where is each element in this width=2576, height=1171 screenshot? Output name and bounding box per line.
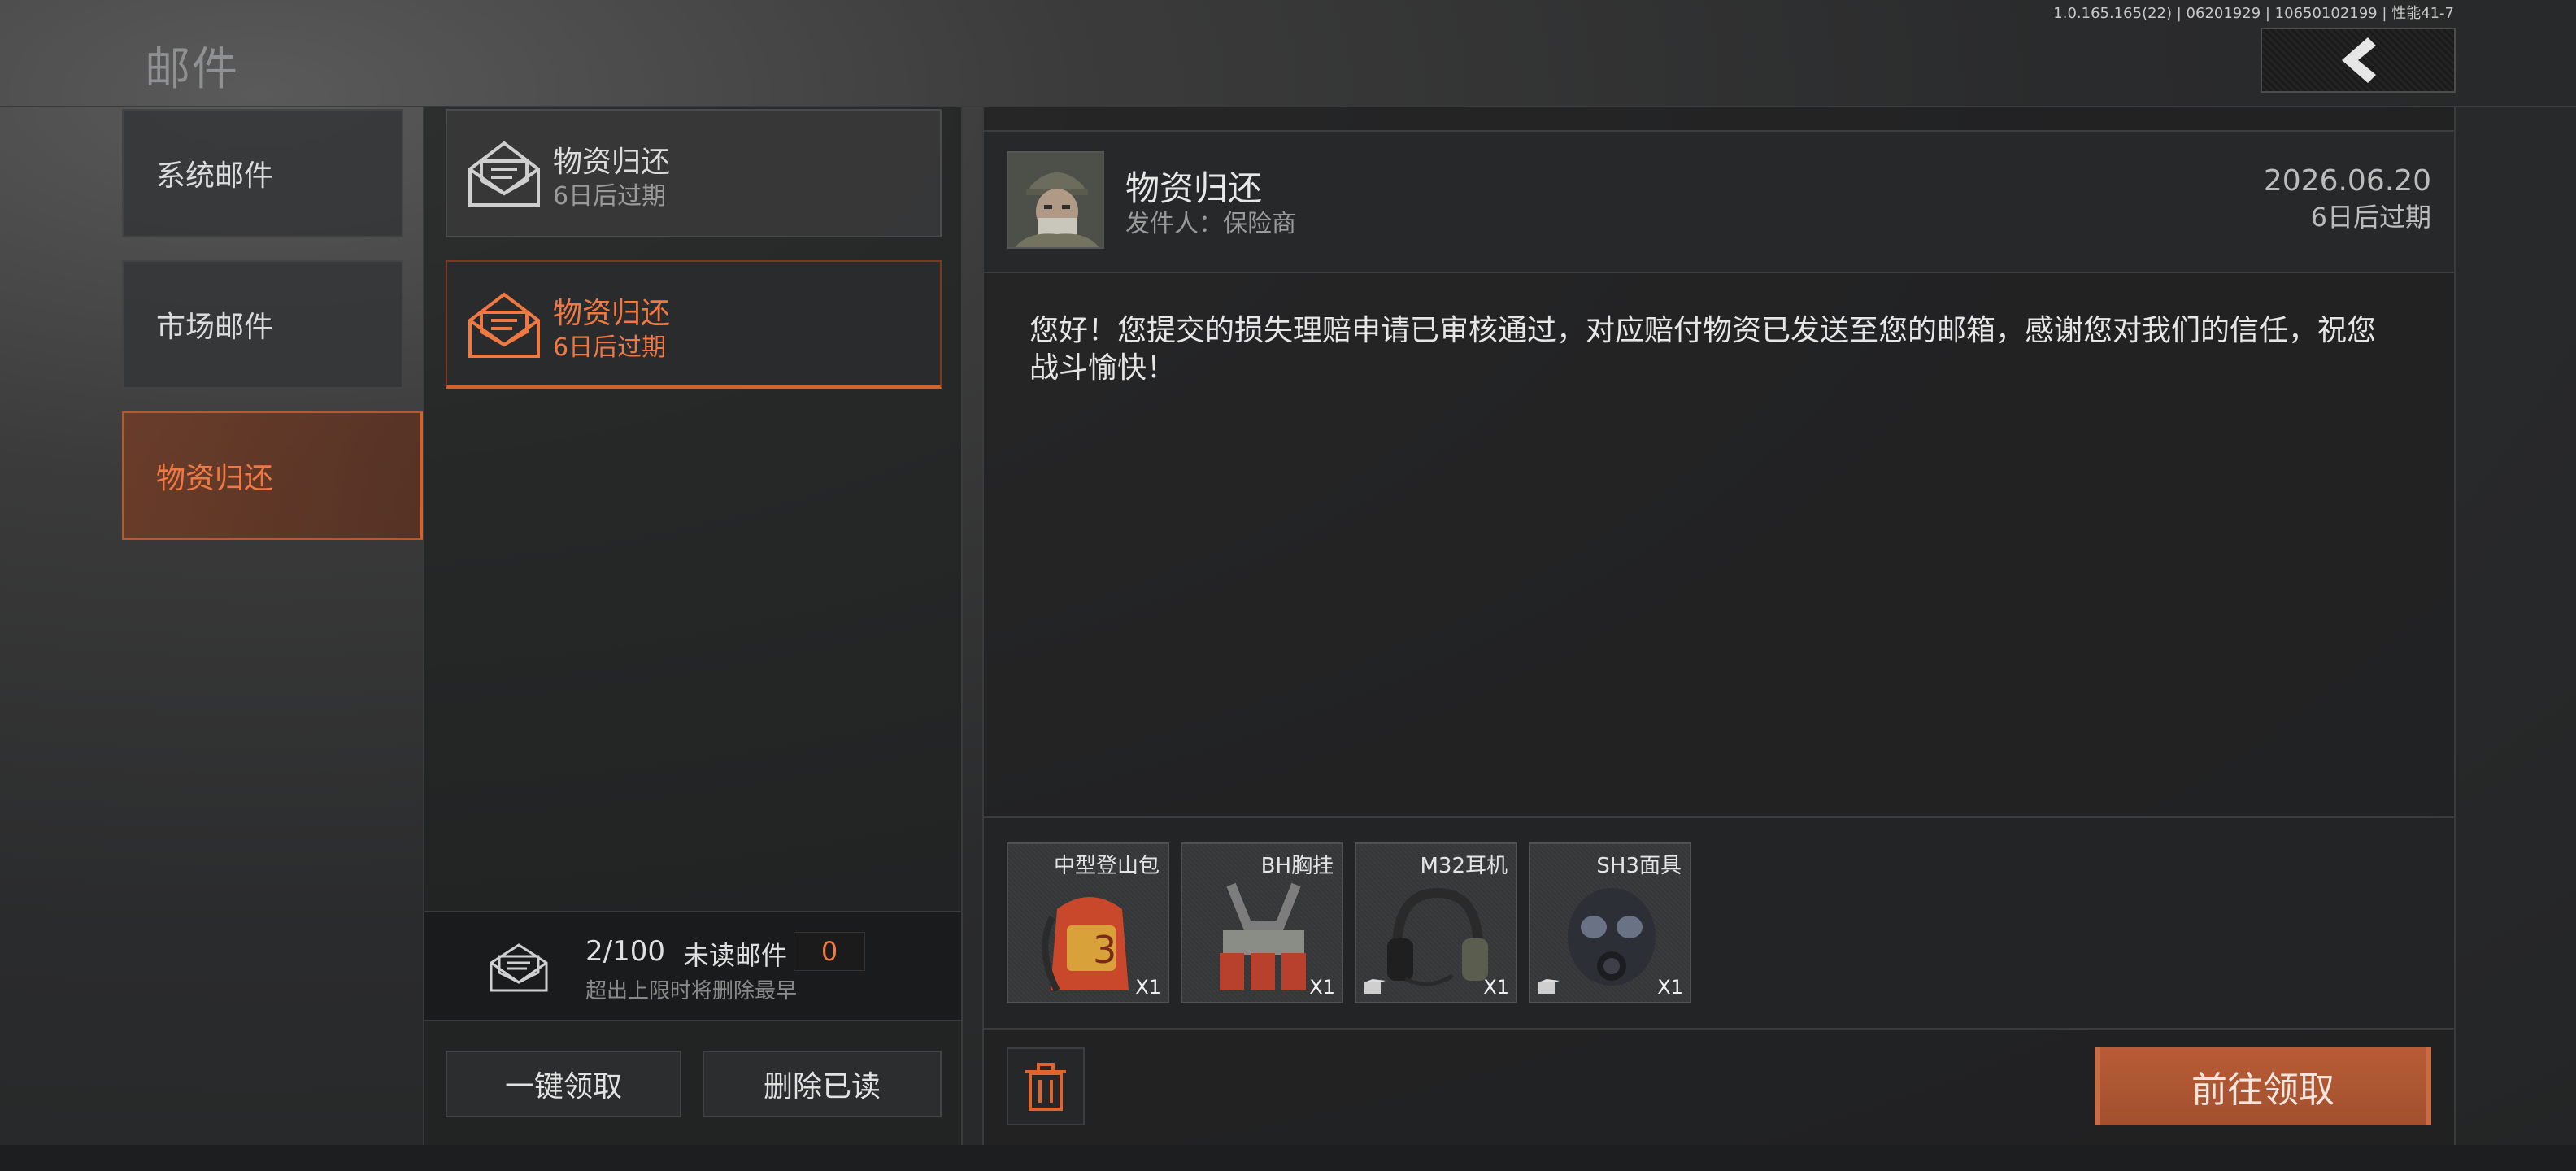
category-system-mail[interactable]: 系统邮件: [122, 109, 403, 237]
unread-count-badge: 0: [794, 932, 865, 971]
box-tag-icon: [1538, 979, 1560, 994]
claim-all-button[interactable]: 一键领取: [446, 1051, 681, 1117]
envelope-open-icon: [468, 292, 540, 358]
mail-expire: 6日后过期: [553, 333, 667, 362]
soldier-portrait-icon: [1008, 153, 1103, 247]
mail-count: 2/100: [585, 935, 665, 968]
mail-title: 物资归还: [553, 146, 671, 179]
box-tag-icon: [1364, 979, 1386, 994]
delete-read-button[interactable]: 删除已读: [703, 1051, 942, 1117]
attachment-qty: X1: [1135, 976, 1161, 999]
mail-expire: 6日后过期: [553, 182, 667, 211]
back-button[interactable]: [2261, 28, 2456, 93]
page-title: 邮件: [145, 43, 239, 96]
svg-text:3: 3: [1093, 928, 1116, 972]
mailbox-icon: [490, 943, 548, 992]
delete-mail-button[interactable]: [1007, 1047, 1085, 1125]
bottom-strip: [0, 1145, 2576, 1171]
mail-list-item[interactable]: 物资归还 6日后过期: [446, 109, 942, 237]
chevron-left-icon: [2342, 37, 2376, 83]
category-label: 市场邮件: [156, 311, 274, 344]
attachment-item[interactable]: BH胸挂 X1: [1181, 842, 1343, 1003]
counter-note: 超出上限时将删除最早: [585, 979, 798, 1003]
mail-detail-expire: 6日后过期: [2310, 202, 2431, 233]
attachment-item[interactable]: 3 中型登山包 X1: [1007, 842, 1169, 1003]
attachment-item[interactable]: SH3面具 X1: [1529, 842, 1691, 1003]
sender-label: 发件人：保险商: [1125, 210, 1296, 238]
category-market-mail[interactable]: 市场邮件: [122, 260, 403, 389]
sender-avatar: [1007, 151, 1104, 249]
attachment-name: BH胸挂: [1260, 854, 1334, 878]
mail-title: 物资归还: [553, 297, 671, 330]
attachment-name: SH3面具: [1596, 854, 1682, 878]
attachment-item[interactable]: M32耳机 X1: [1355, 842, 1517, 1003]
version-label: 1.0.165.165(22) | 06201929 | 10650102199…: [2053, 5, 2454, 22]
mail-body-text: 您好！您提交的损失理赔申请已审核通过，对应赔付物资已发送至您的邮箱，感谢您对我们…: [1029, 314, 2377, 385]
mail-date: 2026.06.20: [2263, 164, 2431, 198]
category-label: 系统邮件: [156, 159, 274, 193]
attachment-qty: X1: [1309, 976, 1335, 999]
attachment-qty: X1: [1657, 976, 1683, 999]
attachment-qty: X1: [1483, 976, 1509, 999]
mail-list-item-selected[interactable]: 物资归还 6日后过期: [446, 260, 942, 389]
unread-label: 未读邮件: [683, 940, 788, 971]
attachment-name: 中型登山包: [1053, 854, 1160, 878]
trash-icon: [1025, 1063, 1066, 1111]
category-label: 物资归还: [156, 462, 274, 495]
envelope-open-icon: [468, 141, 540, 207]
goto-claim-button[interactable]: 前往领取: [2095, 1047, 2431, 1125]
attachment-name: M32耳机: [1420, 854, 1508, 878]
category-supply-return[interactable]: 物资归还: [122, 411, 424, 540]
